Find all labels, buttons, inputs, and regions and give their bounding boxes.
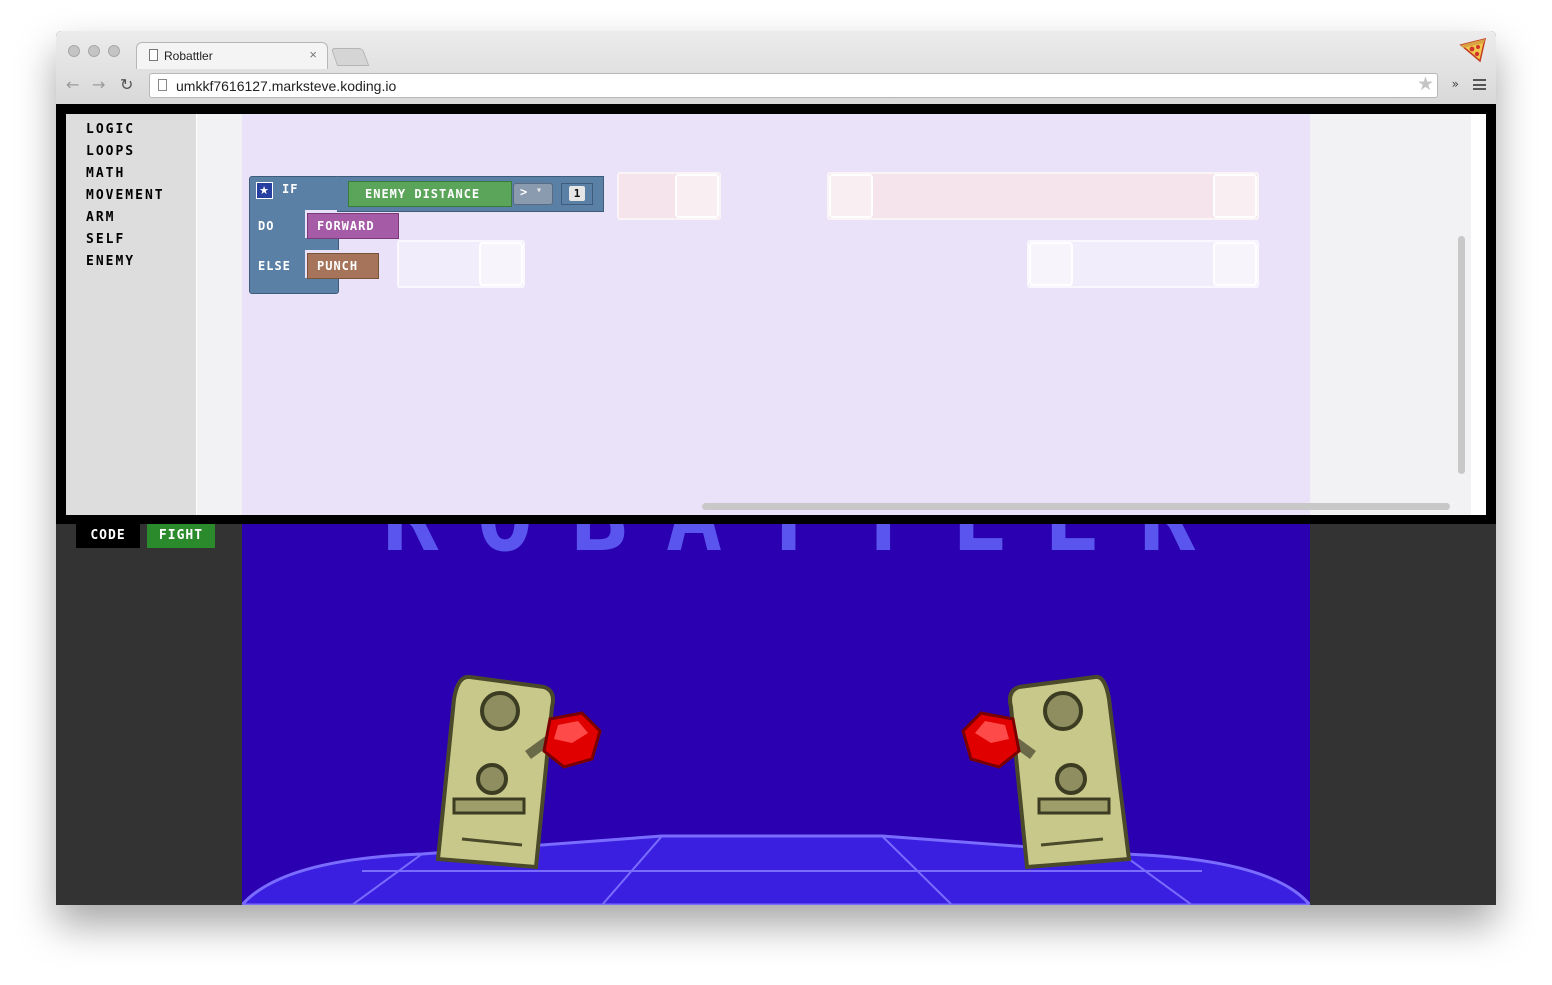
close-window-button[interactable] — [68, 45, 80, 57]
page-viewport: ROBATTLER — [56, 104, 1496, 905]
ghost-slot — [1213, 174, 1257, 218]
tab-title: Robattler — [164, 49, 213, 63]
address-bar[interactable]: umkkf7616127.marksteve.koding.io ★ — [149, 73, 1438, 98]
ghost-slot — [1029, 242, 1073, 286]
back-arrow-icon[interactable]: ← — [66, 75, 79, 94]
toolbox-item-enemy[interactable]: ENEMY — [86, 254, 135, 269]
toolbox-item-math[interactable]: MATH — [86, 166, 125, 181]
ghost-slot — [829, 174, 873, 218]
browser-chrome: Robattler × ← → ↻ umkkf7616127.marksteve… — [56, 31, 1496, 105]
if-label: IF — [282, 182, 299, 196]
new-tab-button[interactable] — [330, 48, 370, 66]
toolbox-item-self[interactable]: SELF — [86, 232, 125, 247]
url-text[interactable]: umkkf7616127.marksteve.koding.io — [176, 78, 396, 94]
fight-button[interactable]: FIGHT — [147, 524, 215, 548]
operator-value: > — [520, 185, 529, 199]
page-icon — [158, 79, 167, 91]
tab-robattler[interactable]: Robattler × — [136, 42, 328, 69]
page-icon — [149, 49, 158, 61]
else-label: ELSE — [258, 259, 291, 273]
blocks-workspace[interactable]: ★ IF DO ELSE ENEMY DISTANCE > ▾ 1 FORWAR… — [197, 114, 1471, 515]
enemy-robot — [961, 674, 1132, 870]
ghost-slot — [479, 242, 523, 286]
toolbox-item-logic[interactable]: LOGIC — [86, 122, 135, 137]
ghost-block — [397, 240, 525, 288]
forward-label: FORWARD — [317, 219, 375, 233]
bookmark-star-icon[interactable]: ★ — [1417, 73, 1434, 95]
hamburger-menu-icon[interactable] — [1473, 79, 1486, 90]
code-editor-frame: LOGIC LOOPS MATH MOVEMENT ARM SELF ENEMY — [56, 104, 1496, 524]
horizontal-scrollbar[interactable] — [702, 503, 1450, 510]
toolbox-item-arm[interactable]: ARM — [86, 210, 115, 225]
forward-block[interactable]: FORWARD — [307, 213, 399, 239]
close-tab-icon[interactable]: × — [309, 47, 317, 62]
reload-icon[interactable]: ↻ — [120, 75, 133, 94]
toolbox-item-movement[interactable]: MOVEMENT — [86, 188, 165, 203]
ghost-block — [827, 172, 1259, 220]
do-label: DO — [258, 219, 275, 233]
minimize-window-button[interactable] — [88, 45, 100, 57]
boxing-ring-floor — [242, 834, 1310, 905]
number-block[interactable]: 1 — [561, 183, 593, 205]
ghost-block — [1027, 240, 1259, 288]
ghost-slot — [1213, 242, 1257, 286]
pizza-icon — [1459, 37, 1487, 63]
chevron-down-icon: ▾ — [536, 185, 544, 196]
extensions-overflow-icon[interactable]: » — [1452, 77, 1459, 91]
player-robot — [435, 674, 602, 870]
toolbox-item-loops[interactable]: LOOPS — [86, 144, 135, 159]
code-button[interactable]: CODE — [76, 524, 140, 548]
punch-block[interactable]: PUNCH — [307, 253, 379, 279]
punch-label: PUNCH — [317, 259, 359, 273]
browser-window: Robattler × ← → ↻ umkkf7616127.marksteve… — [56, 31, 1496, 905]
zoom-window-button[interactable] — [108, 45, 120, 57]
blockly-editor: LOGIC LOOPS MATH MOVEMENT ARM SELF ENEMY — [66, 114, 1486, 515]
forward-arrow-icon[interactable]: → — [92, 75, 105, 94]
ghost-slot — [675, 174, 719, 218]
number-input[interactable]: 1 — [569, 186, 585, 201]
ghost-block — [617, 172, 721, 220]
sensor-label: ENEMY DISTANCE — [365, 187, 481, 201]
operator-dropdown[interactable]: > ▾ — [513, 183, 553, 205]
enemy-distance-block[interactable]: ENEMY DISTANCE — [348, 181, 512, 207]
mutator-star-icon[interactable]: ★ — [256, 182, 273, 199]
toolbox: LOGIC LOOPS MATH MOVEMENT ARM SELF ENEMY — [66, 114, 196, 515]
vertical-scrollbar[interactable] — [1458, 236, 1465, 474]
